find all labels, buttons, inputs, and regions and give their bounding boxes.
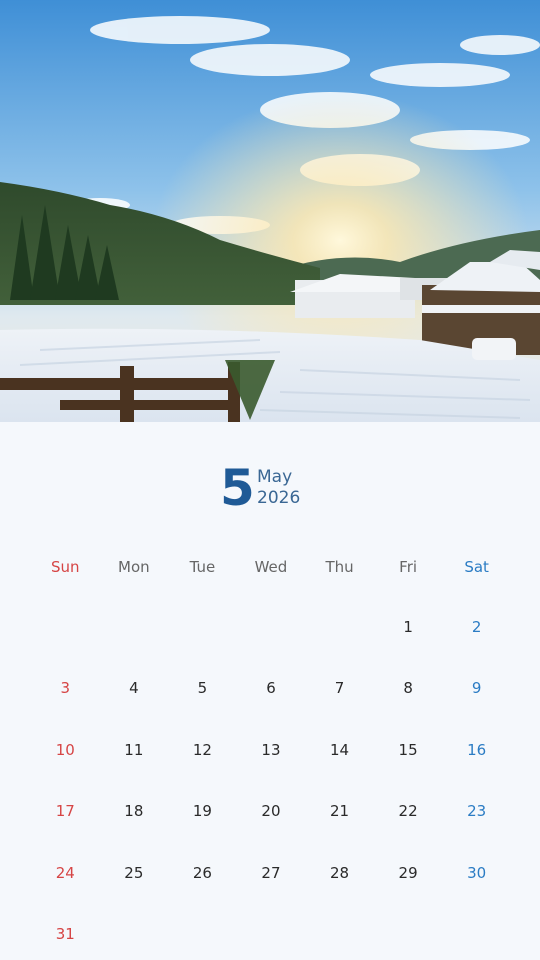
weekday-fri: Fri [399,558,418,576]
day-cell-empty [168,597,237,658]
day-cell[interactable]: 7 [305,658,374,719]
day-cell[interactable]: 30 [442,843,511,904]
day-cell[interactable]: 12 [168,720,237,781]
day-cell[interactable]: 14 [305,720,374,781]
day-cell[interactable]: 26 [168,843,237,904]
weekday-sat: Sat [464,558,489,576]
day-cell[interactable]: 27 [237,843,306,904]
weekday-mon: Mon [118,558,150,576]
day-cell[interactable]: 22 [374,781,443,842]
day-cell[interactable]: 16 [442,720,511,781]
weekday-wed: Wed [254,558,288,576]
weekday-header-row: Sun Mon Tue Wed Thu Fri Sat [31,554,511,580]
month-header: 5 May 2026 [0,458,540,518]
day-cell[interactable]: 2 [442,597,511,658]
days-grid: 1 2 3 4 5 6 7 8 9 10 11 12 13 14 15 16 17 18 19 20 21 22 23 24 2… [31,597,511,960]
day-cell[interactable]: 18 [100,781,169,842]
day-cell-empty [100,597,169,658]
day-cell[interactable]: 15 [374,720,443,781]
day-cell[interactable]: 19 [168,781,237,842]
day-cell[interactable]: 9 [442,658,511,719]
day-cell[interactable]: 5 [168,658,237,719]
day-cell[interactable]: 6 [237,658,306,719]
day-cell[interactable]: 21 [305,781,374,842]
day-cell[interactable]: 3 [31,658,100,719]
month-number: 5 [220,459,255,517]
day-cell[interactable]: 10 [31,720,100,781]
weekday-thu: Thu [325,558,354,576]
month-year: 2026 [257,488,301,508]
day-cell[interactable]: 17 [31,781,100,842]
day-cell[interactable]: 8 [374,658,443,719]
day-cell-empty [237,597,306,658]
snow-landscape-image [0,0,540,422]
day-cell[interactable]: 23 [442,781,511,842]
day-cell[interactable]: 31 [31,904,100,960]
day-cell[interactable]: 20 [237,781,306,842]
weekday-sun: Sun [51,558,80,576]
day-cell[interactable]: 4 [100,658,169,719]
header-photo [0,0,540,422]
calendar-page: 5 May 2026 Sun Mon Tue Wed Thu Fri Sat 1… [0,0,540,960]
day-cell[interactable]: 11 [100,720,169,781]
day-cell[interactable]: 28 [305,843,374,904]
day-cell[interactable]: 13 [237,720,306,781]
day-cell[interactable]: 25 [100,843,169,904]
month-name: May [257,467,293,487]
day-cell-empty [305,597,374,658]
day-cell[interactable]: 29 [374,843,443,904]
day-cell[interactable]: 24 [31,843,100,904]
day-cell[interactable]: 1 [374,597,443,658]
day-cell-empty [31,597,100,658]
weekday-tue: Tue [189,558,216,576]
